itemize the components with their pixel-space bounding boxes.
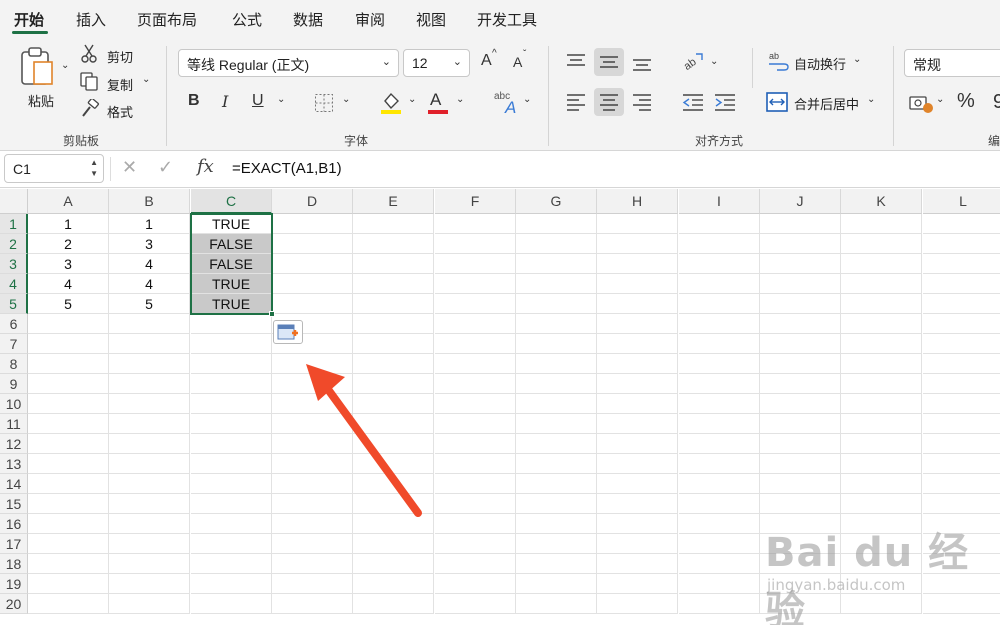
baidu-watermark: Bai du 经验 jingyan.baidu.com — [765, 520, 1000, 625]
watermark-url: jingyan.baidu.com — [767, 576, 906, 594]
watermark-logo-text: Bai du 经验 — [765, 530, 970, 625]
